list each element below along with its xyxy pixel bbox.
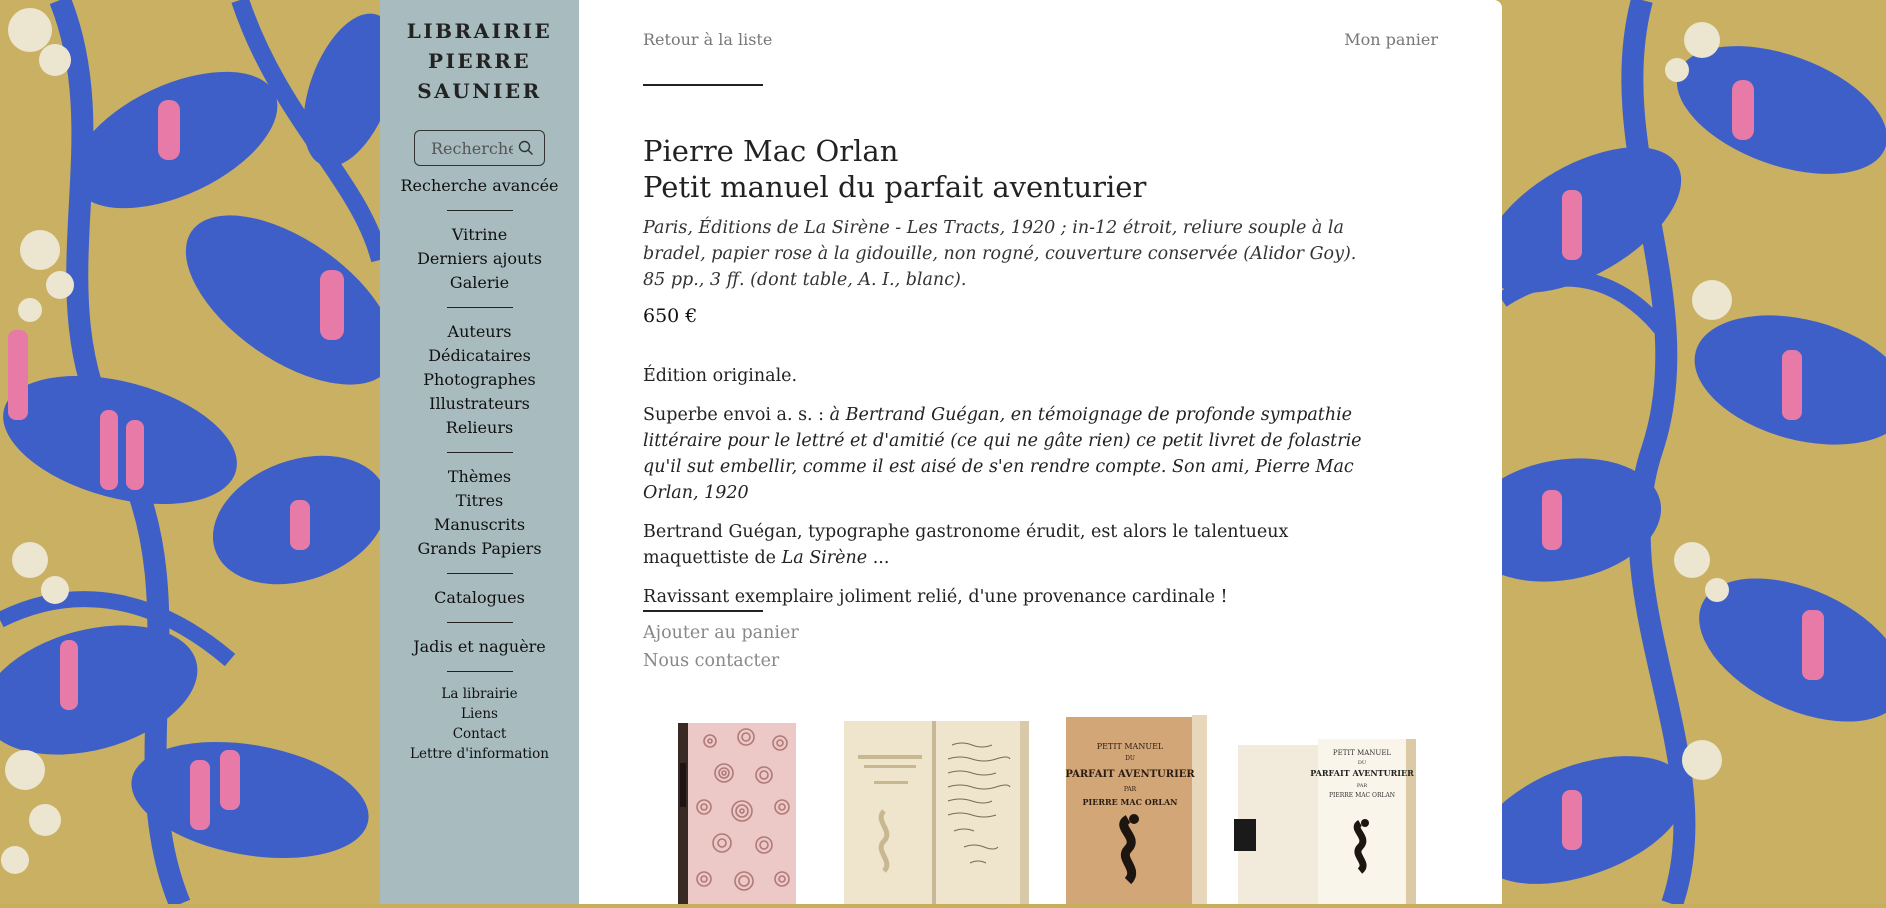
back-to-list-link[interactable]: Retour à la liste	[643, 30, 772, 49]
provenance-prefix: Bertrand Guégan, typographe gastronome é…	[643, 522, 1289, 568]
divider	[446, 671, 513, 672]
divider	[643, 84, 763, 86]
nav-la-librairie[interactable]: La librairie	[380, 684, 579, 704]
divider	[643, 610, 763, 612]
nav-derniers-ajouts[interactable]: Derniers ajouts	[380, 247, 579, 271]
nav-relieurs[interactable]: Relieurs	[380, 416, 579, 440]
logo-line: PIERRE	[427, 49, 532, 73]
divider	[446, 452, 513, 453]
cover-text-line: PAR	[1357, 783, 1368, 789]
nav-catalogues[interactable]: Catalogues	[380, 586, 579, 610]
cover-text-line: PARFAIT AVENTURIER	[1310, 768, 1414, 778]
background-pattern-left	[0, 0, 380, 904]
advanced-search-link[interactable]: Recherche avancée	[380, 174, 579, 198]
book-photo-thumbnail[interactable]	[664, 703, 814, 908]
book-photo-thumbnail[interactable]: PETIT MANUEL DU PARFAIT AVENTURIER PAR P…	[1234, 739, 1416, 908]
nav-lettre-information[interactable]: Lettre d'information	[380, 744, 579, 764]
condition-note: Ravissant exemplaire joliment relié, d'u…	[643, 587, 1228, 607]
cover-text-line: PARFAIT AVENTURIER	[1065, 769, 1195, 780]
divider	[446, 573, 513, 574]
book-author: Pierre Mac Orlan	[643, 134, 899, 168]
cover-text-line: DU	[1125, 755, 1135, 762]
site-logo[interactable]: LIBRAIRIE PIERRE SAUNIER	[380, 16, 579, 106]
contact-link[interactable]: Nous contacter	[643, 651, 779, 671]
cover-text-line: PETIT MANUEL	[1333, 749, 1392, 757]
edition-note: Édition originale.	[643, 366, 798, 386]
provenance-suffix: ...	[867, 548, 890, 568]
cover-text-line: PIERRE MAC ORLAN	[1329, 792, 1395, 799]
cover-text-line: DU	[1358, 760, 1366, 766]
search-input[interactable]	[431, 138, 513, 158]
nav-dedicataires[interactable]: Dédicataires	[380, 344, 579, 368]
nav-galerie[interactable]: Galerie	[380, 271, 579, 295]
book-description: Paris, Éditions de La Sirène - Les Tract…	[643, 218, 1357, 290]
book-title: Petit manuel du parfait aventurier	[643, 170, 1147, 204]
nav-vitrine[interactable]: Vitrine	[380, 223, 579, 247]
cart-link[interactable]: Mon panier	[1344, 30, 1438, 49]
nav-jadis-et-naguere[interactable]: Jadis et naguère	[380, 635, 579, 659]
provenance-italic: La Sirène	[781, 548, 868, 568]
inscription-prefix: Superbe envoi a. s. :	[643, 405, 830, 425]
cover-text-line: PETIT MANUEL	[1097, 742, 1164, 751]
inscription-paragraph: Superbe envoi a. s. : à Bertrand Guégan,…	[643, 402, 1383, 506]
background-pattern-right	[1502, 0, 1886, 904]
search-icon[interactable]	[518, 140, 534, 160]
nav-manuscrits[interactable]: Manuscrits	[380, 513, 579, 537]
search-box	[414, 130, 545, 166]
divider	[446, 622, 513, 623]
nav-grands-papiers[interactable]: Grands Papiers	[380, 537, 579, 561]
main-content: Retour à la liste Mon panier Pierre Mac …	[579, 0, 1502, 904]
book-details: Pierre Mac Orlan Petit manuel du parfait…	[643, 133, 1383, 610]
nav-illustrateurs[interactable]: Illustrateurs	[380, 392, 579, 416]
nav-liens[interactable]: Liens	[380, 704, 579, 724]
book-photo-thumbnail[interactable]	[844, 721, 1029, 908]
nav-titres[interactable]: Titres	[380, 489, 579, 513]
sidebar: LIBRAIRIE PIERRE SAUNIER Recherche avanc…	[380, 0, 579, 904]
divider	[446, 210, 513, 211]
book-photo-thumbnail[interactable]: PETIT MANUEL DU PARFAIT AVENTURIER PAR P…	[1064, 715, 1207, 908]
nav-auteurs[interactable]: Auteurs	[380, 320, 579, 344]
cover-text-line: PAR	[1124, 786, 1137, 793]
divider	[446, 307, 513, 308]
cover-text-line: PIERRE MAC ORLAN	[1082, 797, 1177, 807]
logo-line: SAUNIER	[417, 79, 542, 103]
provenance-paragraph: Bertrand Guégan, typographe gastronome é…	[643, 519, 1383, 571]
nav-contact[interactable]: Contact	[380, 724, 579, 744]
book-price: 650 €	[643, 305, 698, 327]
add-to-cart-link[interactable]: Ajouter au panier	[643, 623, 799, 643]
nav-photographes[interactable]: Photographes	[380, 368, 579, 392]
nav-themes[interactable]: Thèmes	[380, 465, 579, 489]
logo-line: LIBRAIRIE	[406, 19, 553, 43]
